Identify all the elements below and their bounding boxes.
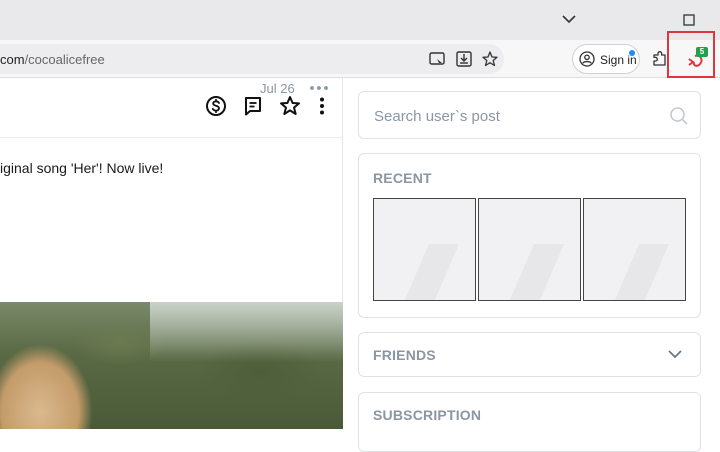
recent-thumbnail[interactable] <box>373 198 476 301</box>
cast-icon[interactable] <box>428 50 446 68</box>
thumbnail-placeholder-icon <box>614 244 669 300</box>
search-box[interactable]: Search user`s post <box>358 91 701 139</box>
post-text: iginal song 'Her'! Now live! <box>0 160 164 176</box>
address-url[interactable]: com/cocoalicefree <box>0 52 105 67</box>
recent-thumbnail[interactable] <box>583 198 686 301</box>
post-date: Jul 26 <box>260 81 295 96</box>
recent-title: RECENT <box>373 170 432 186</box>
thumbnail-placeholder-icon <box>404 244 459 300</box>
sign-in-button[interactable]: Sign in <box>572 44 640 74</box>
extension-badge: 5 <box>696 47 708 57</box>
search-icon[interactable] <box>669 106 689 126</box>
message-icon[interactable] <box>241 94 265 118</box>
friends-title: FRIENDS <box>373 347 436 363</box>
more-vertical-icon[interactable] <box>310 94 334 118</box>
post-image[interactable] <box>0 302 343 429</box>
star-icon[interactable] <box>278 94 302 118</box>
dollar-icon[interactable] <box>204 94 228 118</box>
chevron-down-icon[interactable] <box>666 345 684 363</box>
post-more-icon[interactable] <box>309 84 329 92</box>
notification-dot <box>629 50 635 56</box>
recent-thumbnail[interactable] <box>478 198 581 301</box>
friends-card[interactable]: FRIENDS <box>358 332 701 377</box>
post-image-sky <box>150 302 343 362</box>
maximize-icon[interactable] <box>680 11 698 29</box>
url-domain: com <box>0 52 25 67</box>
search-placeholder: Search user`s post <box>374 108 500 125</box>
bookmark-star-icon[interactable] <box>481 50 499 68</box>
chevron-down-icon[interactable] <box>558 8 580 30</box>
subscription-title: SUBSCRIPTION <box>373 407 482 423</box>
account-icon <box>579 51 595 67</box>
download-icon[interactable] <box>455 50 473 68</box>
subscription-card[interactable]: SUBSCRIPTION <box>358 392 701 452</box>
browser-titlebar <box>0 0 720 40</box>
thumbnail-placeholder-icon <box>509 244 564 300</box>
url-path: /cocoalicefree <box>24 52 105 67</box>
